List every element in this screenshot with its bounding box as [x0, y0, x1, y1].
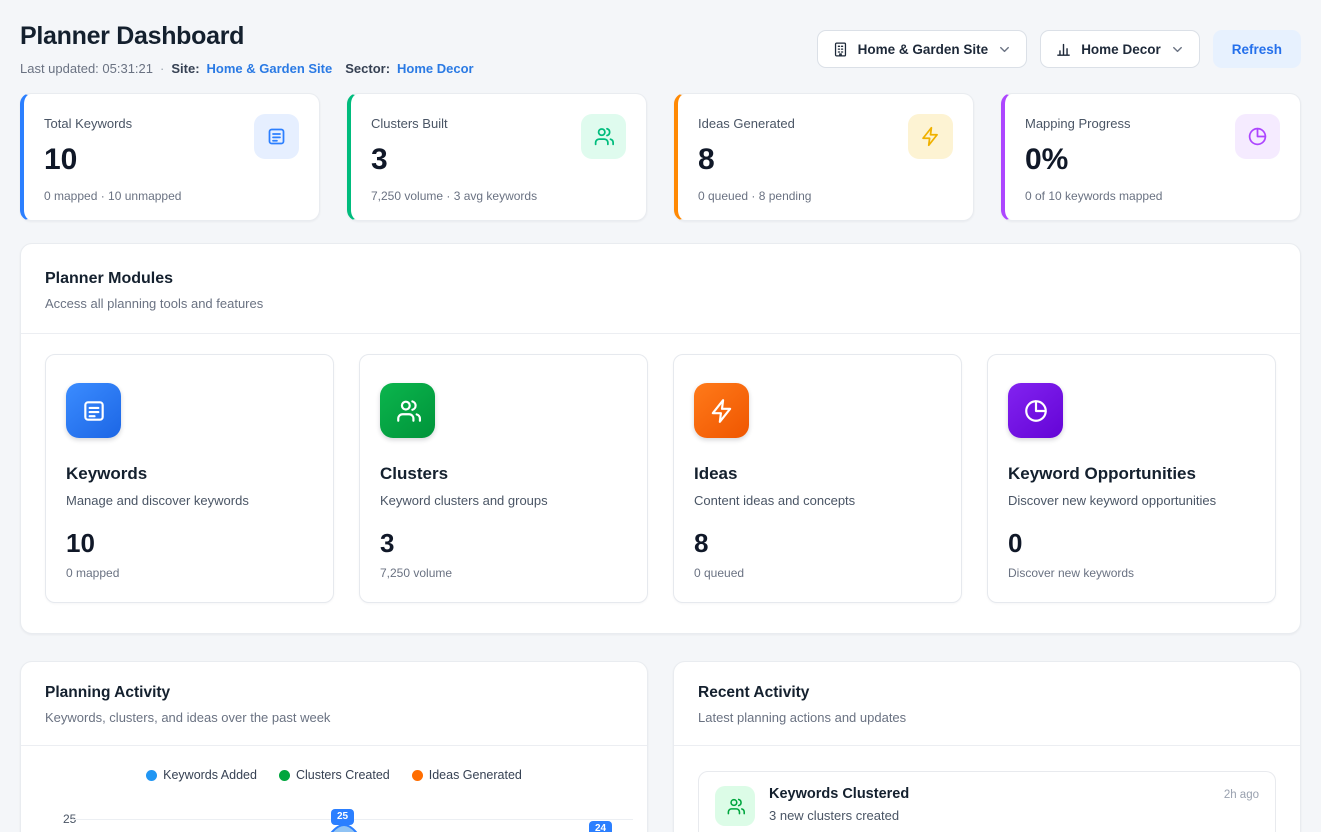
module-description: Content ideas and concepts [694, 493, 941, 508]
area-series-keywords-added [71, 782, 671, 832]
legend-item-clusters-created: Clusters Created [279, 768, 390, 782]
chart-legend: Keywords Added Clusters Created Ideas Ge… [21, 768, 647, 782]
users-icon [715, 786, 755, 826]
meta-separator: · [160, 61, 164, 76]
module-title: Keyword Opportunities [1008, 464, 1255, 484]
stats-row: Total Keywords 10 0 mapped · 10 unmapped… [20, 93, 1301, 221]
data-point-label: 24 [589, 821, 612, 832]
module-detail: 7,250 volume [380, 566, 627, 580]
stat-card-clusters-built: Clusters Built 3 7,250 volume · 3 avg ke… [347, 93, 647, 221]
stat-card-mapping-progress: Mapping Progress 0% 0 of 10 keywords map… [1001, 93, 1301, 221]
module-card-keywords[interactable]: Keywords Manage and discover keywords 10… [45, 354, 334, 603]
activity-title: Keywords Clustered [769, 786, 909, 802]
sector-selector-value: Home Decor [1081, 42, 1161, 57]
planning-activity-panel: Planning Activity Keywords, clusters, an… [20, 661, 648, 832]
meta-line: Last updated: 05:31:21 · Site: Home & Ga… [20, 61, 474, 76]
module-description: Discover new keyword opportunities [1008, 493, 1255, 508]
recent-activity-panel: Recent Activity Latest planning actions … [673, 661, 1301, 832]
chevron-down-icon [1170, 42, 1185, 57]
recent-activity-header: Recent Activity Latest planning actions … [674, 662, 1300, 745]
activity-description: 3 new clusters created [769, 808, 1259, 823]
sector-label: Sector: [345, 61, 390, 76]
recent-activity-title: Recent Activity [698, 684, 1276, 702]
planner-modules-panel: Planner Modules Access all planning tool… [20, 243, 1301, 634]
users-icon [380, 383, 435, 438]
module-description: Manage and discover keywords [66, 493, 313, 508]
module-title: Ideas [694, 464, 941, 484]
pie-chart-icon [1008, 383, 1063, 438]
pie-chart-icon [1235, 114, 1280, 159]
module-value: 8 [694, 528, 941, 559]
legend-label: Keywords Added [163, 768, 257, 782]
activity-body: Keywords Clustered 2h ago 3 new clusters… [769, 786, 1259, 823]
site-selector-dropdown[interactable]: Home & Garden Site [817, 30, 1028, 68]
module-card-ideas[interactable]: Ideas Content ideas and concepts 8 0 que… [673, 354, 962, 603]
planning-activity-title: Planning Activity [45, 684, 623, 702]
building-icon [832, 41, 849, 58]
module-value: 0 [1008, 528, 1255, 559]
legend-dot-icon [146, 770, 157, 781]
stat-card-ideas-generated: Ideas Generated 8 0 queued · 8 pending [674, 93, 974, 221]
modules-header: Planner Modules Access all planning tool… [21, 244, 1300, 333]
site-link[interactable]: Home & Garden Site [207, 61, 333, 76]
header-controls: Home & Garden Site Home Decor Refresh [817, 30, 1301, 68]
bottom-row: Planning Activity Keywords, clusters, an… [20, 661, 1301, 832]
chevron-down-icon [997, 42, 1012, 57]
modules-grid: Keywords Manage and discover keywords 10… [21, 334, 1300, 633]
data-point-label: 25 [331, 809, 354, 825]
activity-area-chart: 25 25 24 [21, 782, 647, 832]
module-card-clusters[interactable]: Clusters Keyword clusters and groups 3 7… [359, 354, 648, 603]
page-header: Planner Dashboard Last updated: 05:31:21… [20, 22, 1301, 76]
bar-chart-icon [1055, 41, 1072, 58]
stat-detail: 0 of 10 keywords mapped [1025, 189, 1280, 203]
sector-selector-dropdown[interactable]: Home Decor [1040, 30, 1200, 68]
last-updated: Last updated: 05:31:21 [20, 61, 153, 76]
modules-title: Planner Modules [45, 270, 1276, 288]
module-description: Keyword clusters and groups [380, 493, 627, 508]
activity-timestamp: 2h ago [1224, 789, 1259, 801]
module-value: 3 [380, 528, 627, 559]
divider [674, 745, 1300, 746]
stat-detail: 0 queued · 8 pending [698, 189, 953, 203]
modules-subtitle: Access all planning tools and features [45, 296, 1276, 311]
stat-card-total-keywords: Total Keywords 10 0 mapped · 10 unmapped [20, 93, 320, 221]
refresh-button[interactable]: Refresh [1213, 30, 1301, 68]
document-icon [254, 114, 299, 159]
module-title: Keywords [66, 464, 313, 484]
page-title: Planner Dashboard [20, 22, 474, 51]
divider [21, 745, 647, 746]
module-detail: Discover new keywords [1008, 566, 1255, 580]
module-value: 10 [66, 528, 313, 559]
legend-item-keywords-added: Keywords Added [146, 768, 257, 782]
site-label: Site: [171, 61, 199, 76]
bolt-icon [694, 383, 749, 438]
site-selector-value: Home & Garden Site [858, 42, 989, 57]
module-title: Clusters [380, 464, 627, 484]
legend-dot-icon [279, 770, 290, 781]
module-detail: 0 mapped [66, 566, 313, 580]
users-icon [581, 114, 626, 159]
header-left: Planner Dashboard Last updated: 05:31:21… [20, 22, 474, 76]
legend-label: Ideas Generated [429, 768, 522, 782]
stat-detail: 0 mapped · 10 unmapped [44, 189, 299, 203]
planning-activity-header: Planning Activity Keywords, clusters, an… [21, 662, 647, 745]
bolt-icon [908, 114, 953, 159]
module-card-keyword-opportunities[interactable]: Keyword Opportunities Discover new keywo… [987, 354, 1276, 603]
planner-dashboard-page: Planner Dashboard Last updated: 05:31:21… [0, 0, 1321, 832]
activity-list-item: Keywords Clustered 2h ago 3 new clusters… [698, 771, 1276, 832]
sector-link[interactable]: Home Decor [397, 61, 474, 76]
legend-item-ideas-generated: Ideas Generated [412, 768, 522, 782]
module-detail: 0 queued [694, 566, 941, 580]
document-icon [66, 383, 121, 438]
planning-activity-subtitle: Keywords, clusters, and ideas over the p… [45, 710, 623, 725]
stat-detail: 7,250 volume · 3 avg keywords [371, 189, 626, 203]
legend-label: Clusters Created [296, 768, 390, 782]
recent-activity-subtitle: Latest planning actions and updates [698, 710, 1276, 725]
legend-dot-icon [412, 770, 423, 781]
